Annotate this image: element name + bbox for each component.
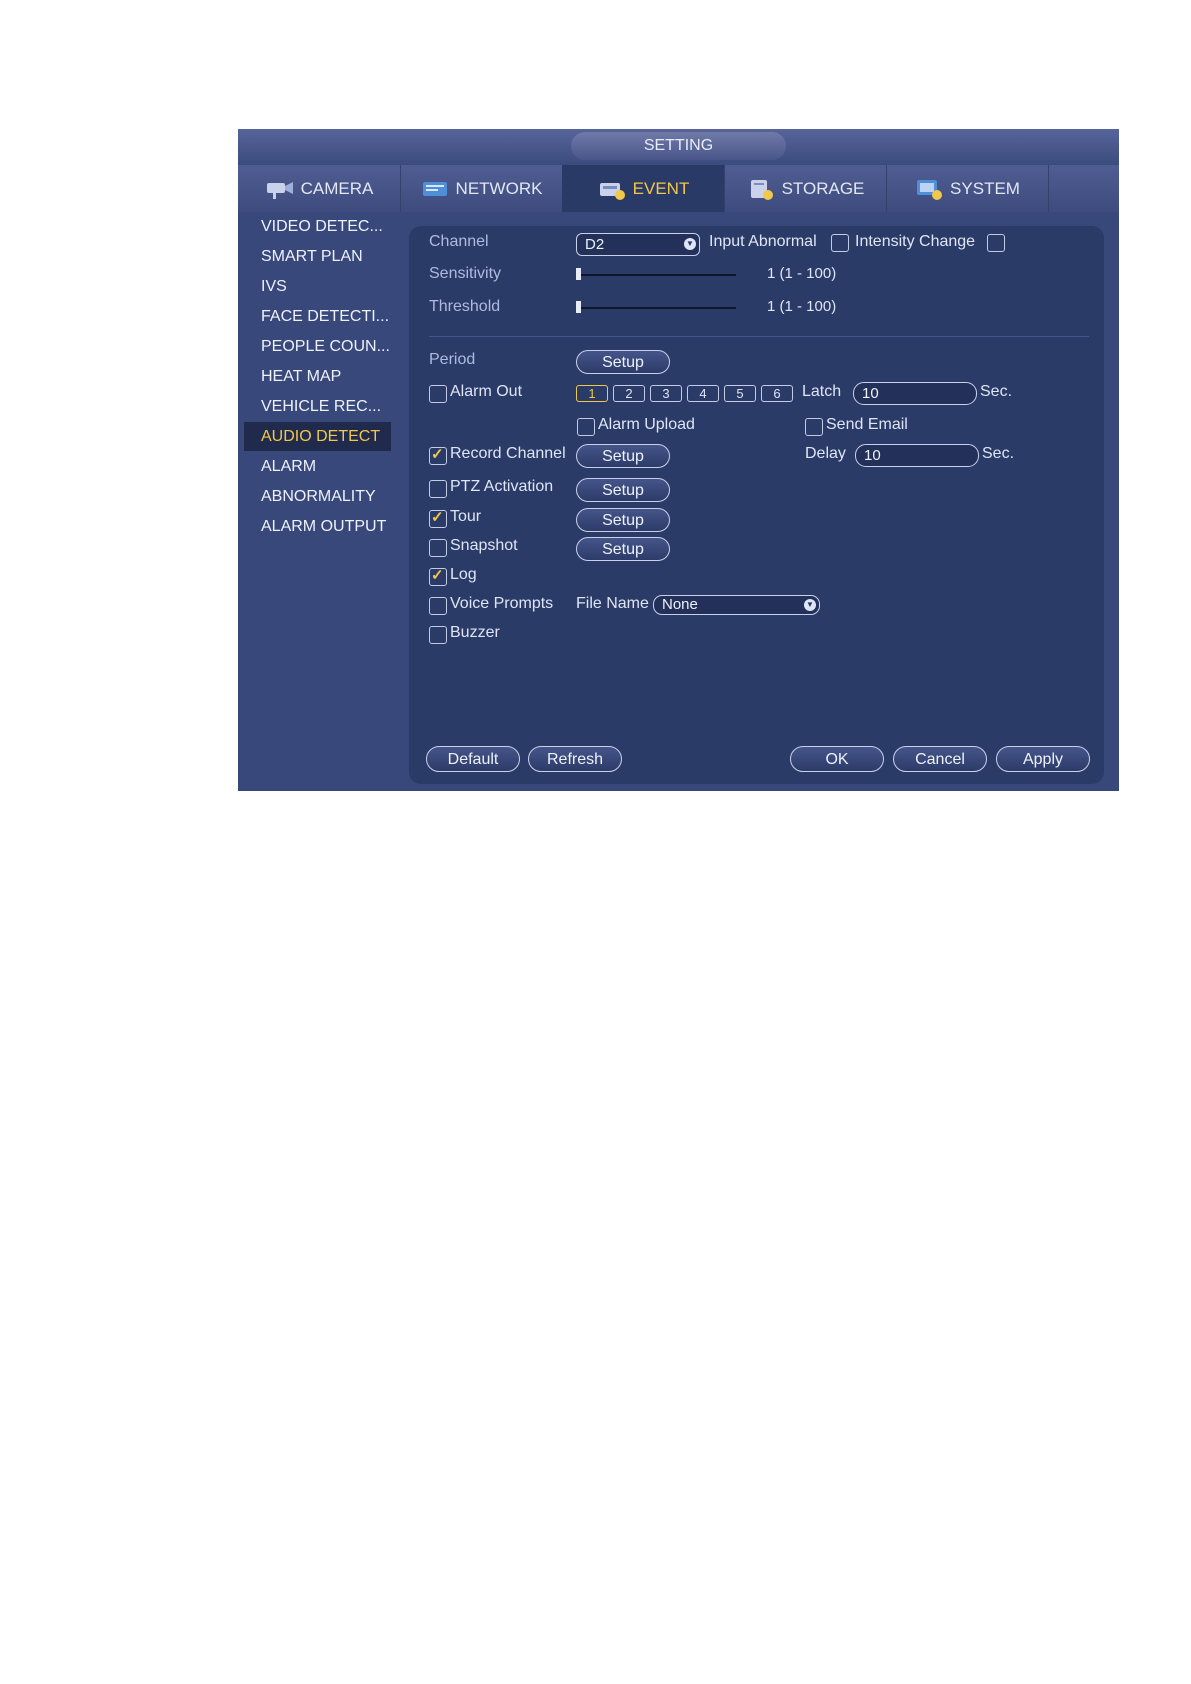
channel-label: Channel xyxy=(429,233,489,250)
send-email-checkbox[interactable] xyxy=(805,418,823,436)
alarm-upload-checkbox[interactable] xyxy=(577,418,595,436)
window-title: SETTING xyxy=(571,132,786,160)
ptz-activation-label: PTZ Activation xyxy=(450,478,554,495)
chevron-down-icon: ▼ xyxy=(684,238,696,250)
sidebar-item-people-counting[interactable]: PEOPLE COUN... xyxy=(244,332,391,361)
input-abnormal-checkbox[interactable] xyxy=(831,234,849,252)
threshold-slider-handle[interactable] xyxy=(576,301,581,313)
tab-event[interactable]: EVENT xyxy=(562,165,725,212)
sensitivity-label: Sensitivity xyxy=(429,265,502,282)
tab-label: EVENT xyxy=(632,178,690,198)
sensitivity-slider-handle[interactable] xyxy=(576,268,581,280)
tab-system[interactable]: SYSTEM xyxy=(886,165,1049,212)
voice-prompts-label: Voice Prompts xyxy=(450,595,554,612)
file-name-value: None xyxy=(662,596,698,613)
alarm-out-6[interactable]: 6 xyxy=(761,385,793,402)
sidebar-item-alarm-output[interactable]: ALARM OUTPUT xyxy=(244,512,391,541)
send-email-label: Send Email xyxy=(826,416,908,433)
snapshot-checkbox[interactable] xyxy=(429,539,447,557)
record-channel-label: Record Channel xyxy=(450,445,566,462)
tour-setup-button[interactable]: Setup xyxy=(576,508,670,532)
sidebar-item-ivs[interactable]: IVS xyxy=(244,272,391,301)
file-name-label: File Name xyxy=(576,595,649,612)
latch-sec-label: Sec. xyxy=(980,383,1013,400)
latch-input[interactable]: 10 xyxy=(853,382,977,405)
tab-label: SYSTEM xyxy=(950,178,1020,198)
sidebar-item-abnormality[interactable]: ABNORMALITY xyxy=(244,482,391,511)
intensity-change-label: Intensity Change xyxy=(855,233,976,250)
alarm-upload-label: Alarm Upload xyxy=(598,416,695,433)
apply-button[interactable]: Apply xyxy=(996,746,1090,772)
snapshot-label: Snapshot xyxy=(450,537,518,554)
sidebar-item-smart-plan[interactable]: SMART PLAN xyxy=(244,242,391,271)
storage-icon xyxy=(750,179,773,200)
sensitivity-value: 1 (1 - 100) xyxy=(767,265,837,282)
sidebar-item-audio-detect[interactable]: AUDIO DETECT xyxy=(244,422,391,451)
sidebar: VIDEO DETEC... SMART PLAN IVS FACE DETEC… xyxy=(238,212,400,791)
cancel-button[interactable]: Cancel xyxy=(893,746,987,772)
snapshot-setup-button[interactable]: Setup xyxy=(576,537,670,561)
tour-label: Tour xyxy=(450,508,482,525)
alarm-out-checkbox[interactable] xyxy=(429,385,447,403)
buzzer-checkbox[interactable] xyxy=(429,626,447,644)
buzzer-label: Buzzer xyxy=(450,624,500,641)
sidebar-item-video-detect[interactable]: VIDEO DETEC... xyxy=(244,212,391,241)
sidebar-item-face-detection[interactable]: FACE DETECTI... xyxy=(244,302,391,331)
delay-input[interactable]: 10 xyxy=(855,444,979,467)
delay-sec-label: Sec. xyxy=(982,445,1015,462)
sidebar-item-heat-map[interactable]: HEAT MAP xyxy=(244,362,391,391)
alarm-out-3[interactable]: 3 xyxy=(650,385,682,402)
record-channel-checkbox[interactable] xyxy=(429,445,447,465)
refresh-button[interactable]: Refresh xyxy=(528,746,622,772)
camera-icon xyxy=(266,181,293,199)
alarm-out-4[interactable]: 4 xyxy=(687,385,719,402)
voice-prompts-checkbox[interactable] xyxy=(429,597,447,615)
tab-label: STORAGE xyxy=(781,178,865,198)
sensitivity-slider[interactable] xyxy=(576,274,736,276)
network-icon xyxy=(422,181,447,196)
main-tabs: CAMERA NETWORK EVENT STORAGE SYSTEM xyxy=(238,165,1119,212)
log-checkbox[interactable] xyxy=(429,566,447,586)
channel-value: D2 xyxy=(585,236,605,253)
record-channel-setup-button[interactable]: Setup xyxy=(576,444,670,468)
ptz-activation-checkbox[interactable] xyxy=(429,480,447,498)
tab-label: NETWORK xyxy=(455,178,543,198)
tab-network[interactable]: NETWORK xyxy=(400,165,563,212)
alarm-out-1[interactable]: 1 xyxy=(576,385,608,402)
divider xyxy=(429,336,1089,337)
delay-label: Delay xyxy=(805,445,846,462)
settings-window: SETTING CAMERA NETWORK EVENT STORAGE SYS… xyxy=(238,129,1119,791)
event-icon xyxy=(599,182,625,200)
latch-label: Latch xyxy=(802,383,842,400)
alarm-out-5[interactable]: 5 xyxy=(724,385,756,402)
period-setup-button[interactable]: Setup xyxy=(576,350,670,374)
tab-label: CAMERA xyxy=(300,178,374,198)
channel-select[interactable]: D2 ▼ xyxy=(576,233,700,256)
input-abnormal-label: Input Abnormal xyxy=(709,233,817,250)
period-label: Period xyxy=(429,351,476,368)
ptz-setup-button[interactable]: Setup xyxy=(576,478,670,502)
audio-detect-panel: Channel D2 ▼ Input Abnormal Intensity Ch… xyxy=(409,226,1104,784)
threshold-value: 1 (1 - 100) xyxy=(767,298,837,315)
alarm-out-2[interactable]: 2 xyxy=(613,385,645,402)
system-icon xyxy=(917,179,943,200)
default-button[interactable]: Default xyxy=(426,746,520,772)
file-name-select[interactable]: None ▼ xyxy=(653,595,820,615)
alarm-out-label: Alarm Out xyxy=(450,383,523,400)
ok-button[interactable]: OK xyxy=(790,746,884,772)
intensity-change-checkbox[interactable] xyxy=(987,234,1005,252)
title-bar: SETTING xyxy=(238,129,1119,166)
threshold-slider[interactable] xyxy=(576,307,736,309)
tour-checkbox[interactable] xyxy=(429,508,447,528)
sidebar-item-alarm[interactable]: ALARM xyxy=(244,452,391,481)
tab-camera[interactable]: CAMERA xyxy=(238,165,401,212)
tab-storage[interactable]: STORAGE xyxy=(724,165,887,212)
chevron-down-icon: ▼ xyxy=(804,599,816,611)
log-label: Log xyxy=(450,566,477,583)
sidebar-item-vehicle-recognition[interactable]: VEHICLE REC... xyxy=(244,392,391,421)
threshold-label: Threshold xyxy=(429,298,501,315)
